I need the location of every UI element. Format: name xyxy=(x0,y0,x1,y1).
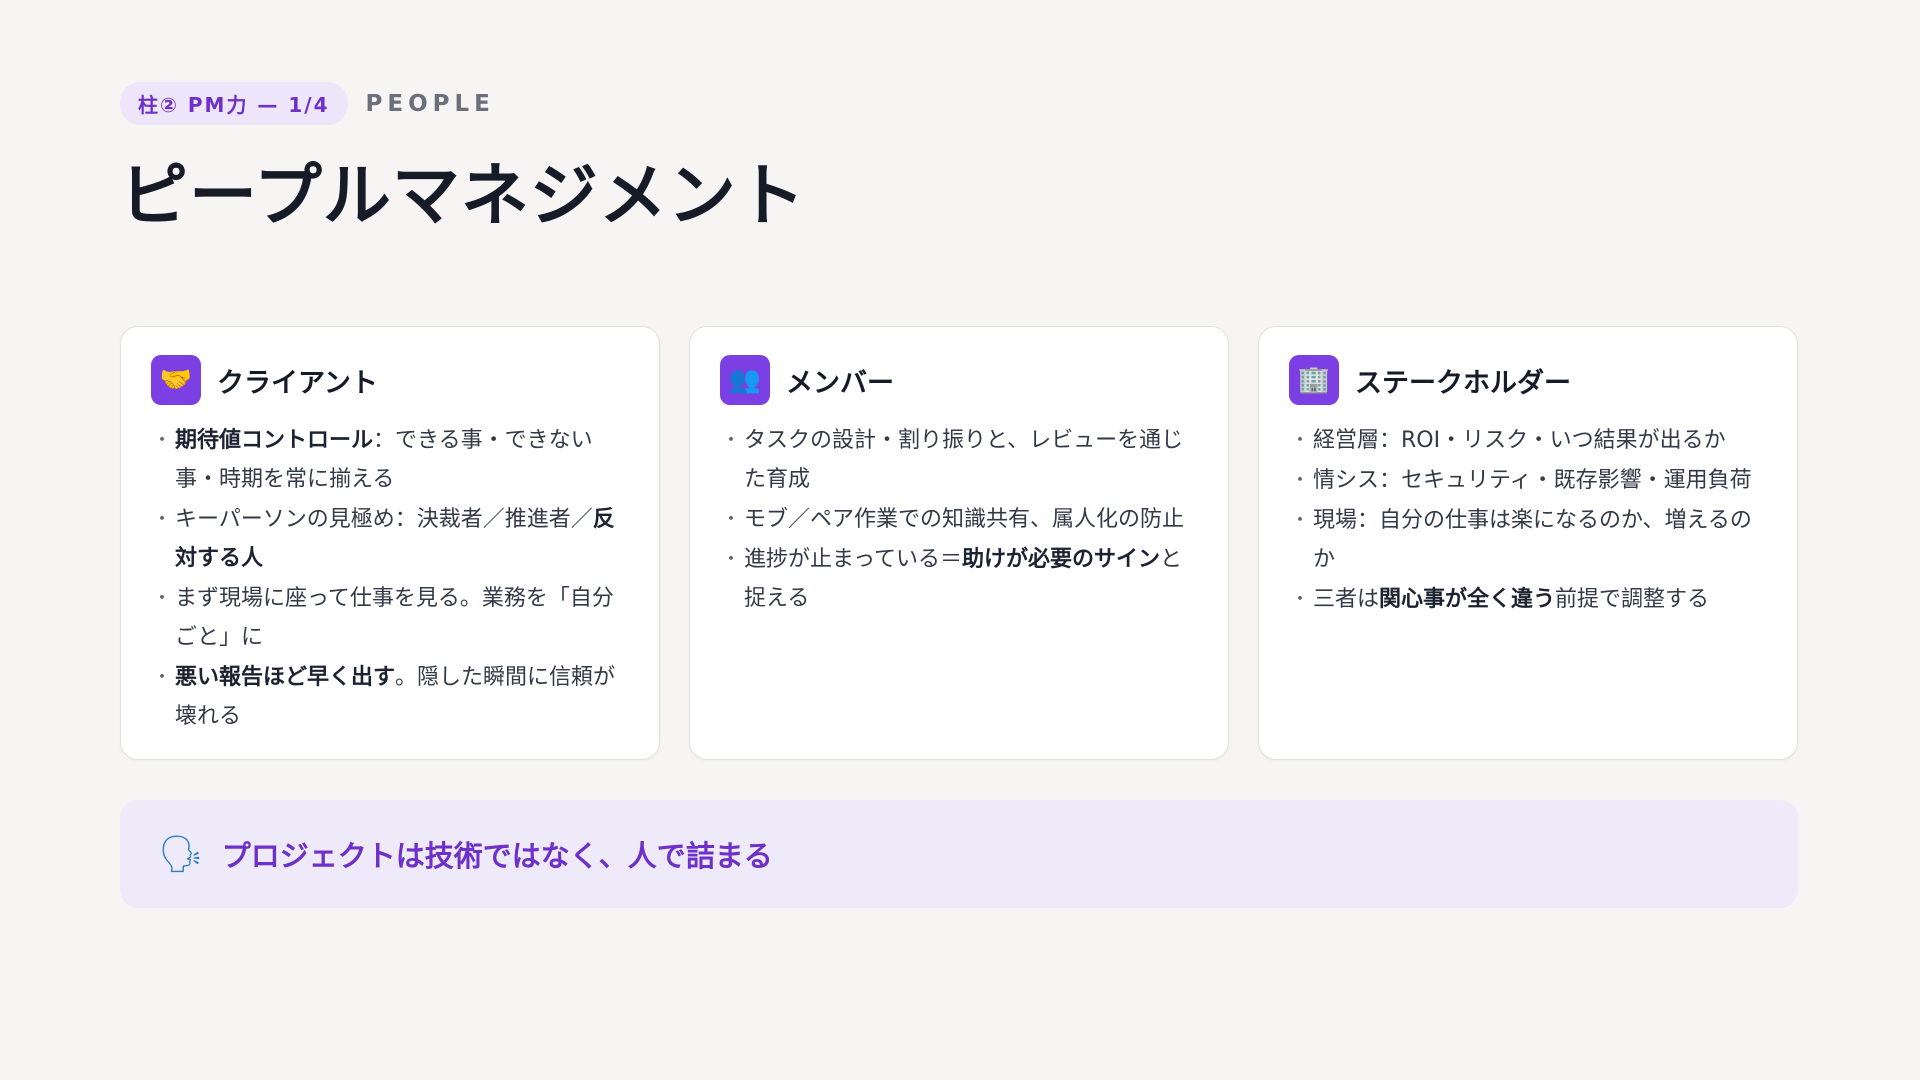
bullet-emphasis: 関心事が全く違う xyxy=(1379,587,1556,612)
bullet-item: モブ／ペア作業での知識共有、属人化の防止 xyxy=(720,500,1198,539)
page-title: ピープルマネジメント xyxy=(120,157,806,236)
bullet-list: 期待値コントロール：できる事・できない事・時期を常に揃えるキーパーソンの見極め：… xyxy=(151,421,629,736)
bullet-list: タスクの設計・割り振りと、レビューを通じた育成モブ／ペア作業での知識共有、属人化… xyxy=(720,421,1198,618)
bullet-item: 経営層：ROI・リスク・いつ結果が出るか xyxy=(1289,421,1767,460)
bullet-emphasis: 期待値コントロール xyxy=(175,428,374,453)
bullet-emphasis: 反対する人 xyxy=(175,507,615,571)
office-building-icon: 🏢 xyxy=(1289,355,1339,405)
bullet-item: 悪い報告ほど早く出す。隠した瞬間に信頼が壊れる xyxy=(151,658,629,736)
card-title: クライアント xyxy=(217,367,378,399)
card-row: 🤝 クライアント 期待値コントロール：できる事・できない事・時期を常に揃えるキー… xyxy=(120,326,1798,760)
bullet-item: 三者は関心事が全く違う前提で調整する xyxy=(1289,580,1767,619)
card-stakeholders: 🏢 ステークホルダー 経営層：ROI・リスク・いつ結果が出るか情シス：セキュリテ… xyxy=(1258,326,1798,760)
bullet-item: 現場：自分の仕事は楽になるのか、増えるのか xyxy=(1289,501,1767,579)
people-icon: 👥 xyxy=(720,355,770,405)
bullet-item: タスクの設計・割り振りと、レビューを通じた育成 xyxy=(720,421,1198,499)
card-title: ステークホルダー xyxy=(1355,367,1571,399)
card-header: 🏢 ステークホルダー xyxy=(1289,355,1767,405)
handshake-icon: 🤝 xyxy=(151,355,201,405)
eyebrow: 柱② PM力 — 1/4 PEOPLE xyxy=(120,82,495,125)
card-members: 👥 メンバー タスクの設計・割り振りと、レビューを通じた育成モブ／ペア作業での知… xyxy=(689,326,1229,760)
card-client: 🤝 クライアント 期待値コントロール：できる事・できない事・時期を常に揃えるキー… xyxy=(120,326,660,760)
bullet-list: 経営層：ROI・リスク・いつ結果が出るか情シス：セキュリティ・既存影響・運用負荷… xyxy=(1289,421,1767,619)
bullet-item: キーパーソンの見極め：決裁者／推進者／反対する人 xyxy=(151,500,629,578)
bullet-emphasis: 助けが必要のサイン xyxy=(962,547,1161,572)
card-title: メンバー xyxy=(786,367,894,399)
speaking-head-icon: 🗣 xyxy=(158,834,204,875)
key-message-callout: 🗣 プロジェクトは技術ではなく、人で詰まる xyxy=(120,800,1798,908)
section-pill: 柱② PM力 — 1/4 xyxy=(120,82,348,125)
key-message-text: プロジェクトは技術ではなく、人で詰まる xyxy=(221,839,773,873)
bullet-item: 進捗が止まっている＝助けが必要のサインと捉える xyxy=(720,540,1198,618)
bullet-item: まず現場に座って仕事を見る。業務を「自分ごと」に xyxy=(151,579,629,657)
bullet-emphasis: 悪い報告ほど早く出す xyxy=(175,665,396,690)
eyebrow-label: PEOPLE xyxy=(365,90,495,117)
bullet-item: 期待値コントロール：できる事・できない事・時期を常に揃える xyxy=(151,421,629,499)
card-header: 👥 メンバー xyxy=(720,355,1198,405)
bullet-item: 情シス：セキュリティ・既存影響・運用負荷 xyxy=(1289,461,1767,500)
card-header: 🤝 クライアント xyxy=(151,355,629,405)
slide: 柱② PM力 — 1/4 PEOPLE ピープルマネジメント 🤝 クライアント … xyxy=(0,0,1920,1080)
